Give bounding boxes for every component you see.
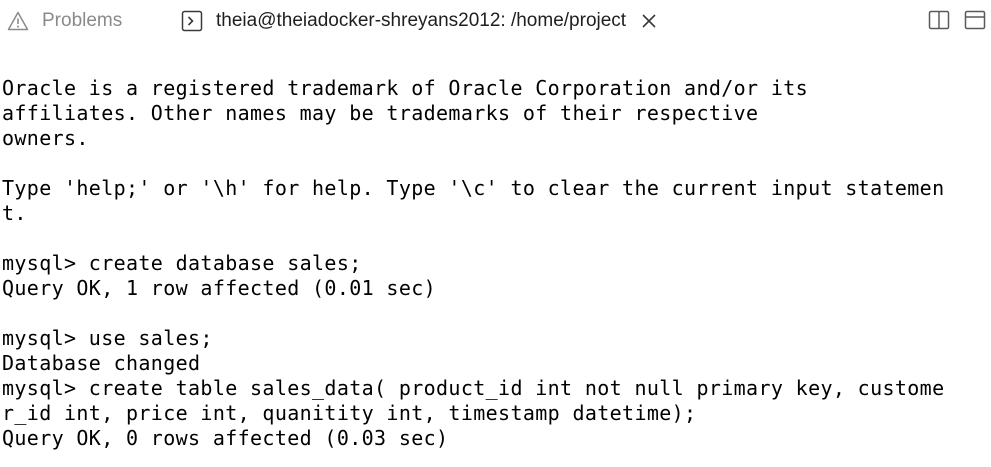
- terminal-line: Query OK, 0 rows affected (0.03 sec): [2, 426, 449, 450]
- terminal-line: Oracle is a registered trademark of Orac…: [2, 76, 809, 100]
- warning-icon: [6, 9, 30, 33]
- ide-panel: Problems theia@theiadocker-shreyans2012:…: [0, 0, 991, 467]
- panel-tab-bar: Problems theia@theiadocker-shreyans2012:…: [0, 0, 991, 44]
- terminal-icon: [180, 9, 204, 33]
- terminal-line: Query OK, 1 row affected (0.01 sec): [2, 276, 437, 300]
- terminal-output[interactable]: Oracle is a registered trademark of Orac…: [2, 76, 989, 464]
- close-icon[interactable]: [638, 10, 660, 32]
- tab-terminal-label: theia@theiadocker-shreyans2012: /home/pr…: [216, 10, 627, 31]
- terminal-line: mysql> create database sales;: [2, 251, 362, 275]
- terminal-line: mysql> create table sales_data( product_…: [2, 376, 945, 400]
- terminal-line: t.: [2, 201, 27, 225]
- terminal-line: owners.: [2, 126, 89, 150]
- terminal-line: Database changed: [2, 351, 201, 375]
- terminal-line: r_id int, price int, quanitity int, time…: [2, 401, 697, 425]
- tab-terminal[interactable]: theia@theiadocker-shreyans2012: /home/pr…: [180, 6, 660, 36]
- panel-actions: [927, 8, 987, 32]
- tab-problems-label: Problems: [42, 10, 123, 31]
- split-terminal-icon[interactable]: [927, 8, 951, 32]
- toggle-panel-layout-icon[interactable]: [963, 8, 987, 32]
- terminal-line: mysql> use sales;: [2, 326, 213, 350]
- terminal-line: affiliates. Other names may be trademark…: [2, 101, 759, 125]
- terminal-line: Type 'help;' or '\h' for help. Type '\c'…: [2, 176, 945, 200]
- tab-problems[interactable]: Problems: [6, 6, 122, 36]
